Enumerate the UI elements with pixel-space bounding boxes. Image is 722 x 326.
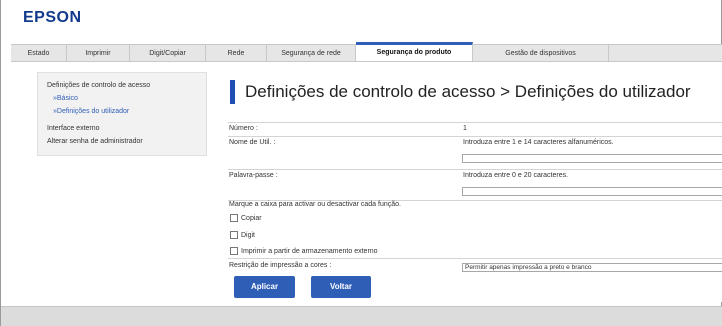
- copy-checkbox[interactable]: [230, 214, 238, 222]
- title-accent-bar: [230, 80, 235, 104]
- username-label: Nome de Util. :: [229, 139, 276, 146]
- color-restriction-label: Restrição de impressão a cores :: [229, 262, 332, 269]
- tab-rede[interactable]: Rede: [206, 45, 267, 62]
- tab-gestao-de-dispositivos[interactable]: Gestão de dispositivos: [473, 45, 609, 62]
- number-label: Número :: [229, 125, 258, 132]
- back-button[interactable]: Voltar: [311, 276, 371, 298]
- password-input[interactable]: [462, 187, 722, 196]
- row-divider: [228, 136, 722, 137]
- copy-checkbox-label: Copiar: [241, 215, 262, 222]
- functions-instruction: Marque a caixa para activar ou desactiva…: [229, 201, 401, 208]
- scan-checkbox[interactable]: [230, 231, 238, 239]
- row-divider: [228, 258, 722, 259]
- footer-bar: [1, 306, 722, 326]
- tab-estado[interactable]: Estado: [11, 45, 67, 62]
- username-input[interactable]: [462, 154, 722, 163]
- number-value: 1: [463, 125, 467, 132]
- browser-page: EPSON Estado Imprimir Digit/Copiar Rede …: [0, 0, 722, 326]
- page-title: Definições de controlo de acesso > Defin…: [245, 82, 691, 101]
- username-hint: Introduza entre 1 e 14 caracteres alfanu…: [463, 139, 614, 146]
- tab-seguranca-do-produto[interactable]: Segurança do produto: [356, 42, 473, 61]
- tab-seguranca-de-rede[interactable]: Segurança de rede: [267, 45, 356, 62]
- row-divider: [228, 169, 722, 170]
- sidebar-item-access-control[interactable]: Definições de controlo de acesso: [47, 82, 150, 89]
- password-hint: Introduza entre 0 e 20 caracteres.: [463, 172, 569, 179]
- external-storage-print-label: Imprimir a partir de armazenamento exter…: [241, 248, 378, 255]
- sidebar-item-external-interface[interactable]: Interface externo: [47, 125, 100, 132]
- apply-button[interactable]: Aplicar: [234, 276, 295, 298]
- tab-digit-copiar[interactable]: Digit/Copiar: [130, 45, 206, 62]
- epson-logo: EPSON: [23, 9, 82, 26]
- main-tab-bar: Estado Imprimir Digit/Copiar Rede Segura…: [11, 42, 722, 62]
- scan-checkbox-label: Digit: [241, 232, 256, 239]
- external-storage-print-checkbox[interactable]: [230, 247, 238, 255]
- color-restriction-select[interactable]: Permitir apenas impressão a preto e bran…: [462, 263, 722, 272]
- sidebar-item-basico[interactable]: »Básico: [53, 95, 78, 102]
- sidebar-item-change-admin-password[interactable]: Alterar senha de administrador: [47, 138, 143, 145]
- tab-imprimir[interactable]: Imprimir: [67, 45, 130, 62]
- sidebar-item-user-settings[interactable]: »Definições do utilizador: [53, 108, 129, 115]
- sidebar-panel: Definições de controlo de acesso »Básico…: [37, 72, 207, 156]
- password-label: Palavra-passe :: [229, 172, 278, 179]
- row-divider: [228, 122, 722, 123]
